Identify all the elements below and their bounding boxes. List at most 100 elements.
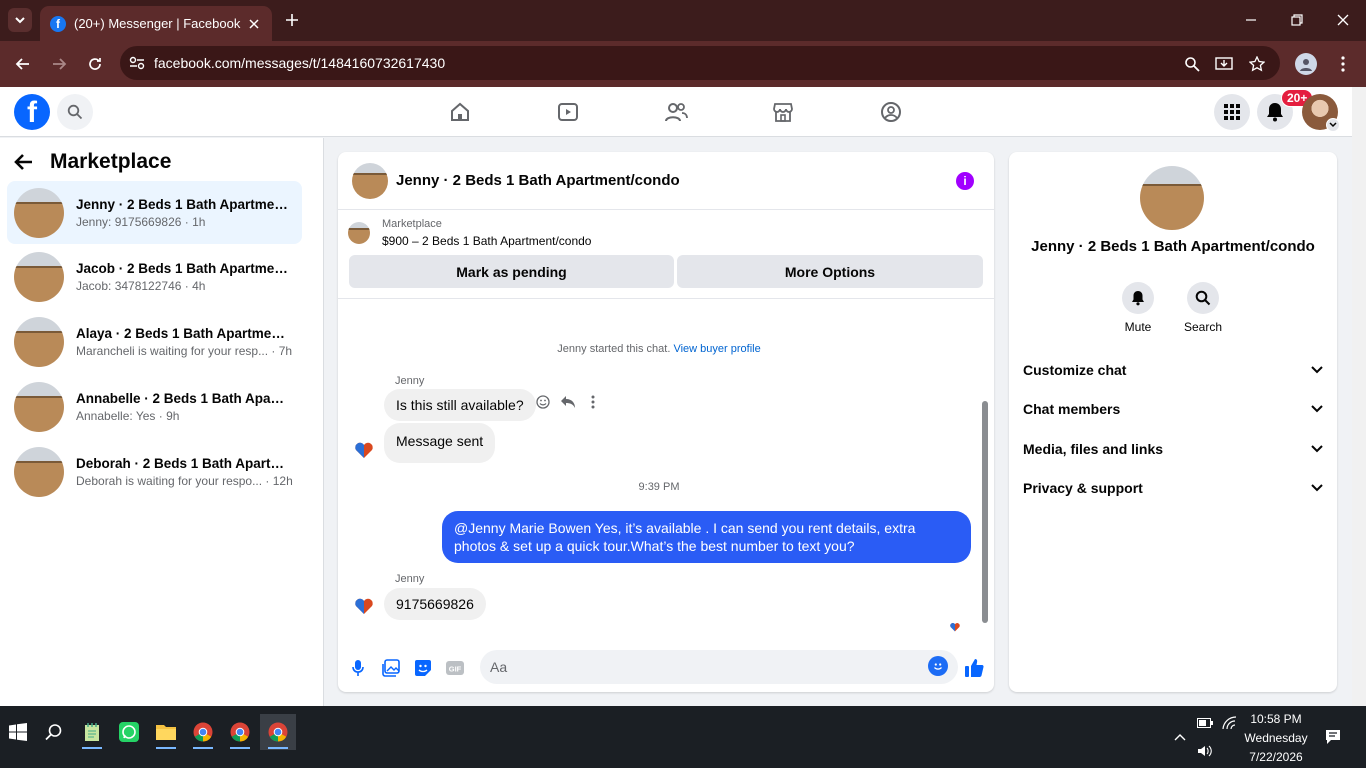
search-in-chat-button[interactable]: Search	[1173, 282, 1233, 334]
media-files-links-section[interactable]: Media, files and links	[1023, 441, 1323, 457]
chat-avatar[interactable]	[352, 162, 388, 199]
minimize-button[interactable]	[1241, 10, 1261, 30]
incoming-message[interactable]: 9175669826	[384, 588, 486, 620]
chrome-app-3[interactable]	[260, 714, 296, 750]
marketplace-icon	[773, 103, 793, 122]
file-explorer-app[interactable]	[148, 714, 184, 750]
react-emoji-icon[interactable]	[534, 393, 552, 411]
message-thread[interactable]: Jenny started this chat. View buyer prof…	[338, 298, 994, 638]
chevron-down-icon	[1326, 118, 1340, 132]
mute-button[interactable]: Mute	[1108, 282, 1168, 334]
taskbar-search-button[interactable]	[36, 714, 72, 750]
back-arrow-icon[interactable]	[14, 150, 42, 174]
message-input-placeholder: Aa	[490, 659, 508, 675]
conversation-item[interactable]: Alaya · 2 Beds 1 Bath Apartment/condo Ma…	[7, 310, 302, 373]
close-tab-icon[interactable]	[246, 16, 262, 32]
facebook-favicon-icon: f	[50, 15, 66, 32]
conversation-name: Deborah · 2 Beds 1 Bath Apartment/condo	[76, 455, 288, 471]
site-info-icon[interactable]	[120, 56, 154, 70]
message-input[interactable]: Aa	[480, 650, 958, 684]
chat-title[interactable]: Jenny · 2 Beds 1 Bath Apartment/condo	[396, 172, 680, 189]
listing-avatar[interactable]	[1140, 166, 1204, 230]
mark-as-pending-button[interactable]: Mark as pending	[349, 255, 674, 288]
browser-tab[interactable]: f (20+) Messenger | Facebook	[40, 6, 272, 41]
chevron-down-icon	[1311, 405, 1323, 413]
gif-icon[interactable]: GIF	[444, 657, 466, 679]
notepad-app[interactable]	[74, 714, 110, 750]
reload-button[interactable]	[84, 53, 106, 75]
battery-icon	[1197, 718, 1213, 728]
system-text: Jenny started this chat.	[557, 343, 671, 355]
more-options-button[interactable]: More Options	[677, 255, 983, 288]
account-avatar[interactable]	[1302, 94, 1340, 132]
volume-control[interactable]	[1196, 742, 1214, 760]
conversation-preview: Marancheli is waiting for your resp... ·…	[76, 343, 293, 358]
battery-status[interactable]	[1196, 714, 1214, 732]
zoom-button[interactable]	[1181, 53, 1203, 75]
chevron-down-icon	[1311, 484, 1323, 492]
thumbs-up-icon[interactable]	[963, 657, 985, 679]
show-hidden-icons-button[interactable]	[1171, 728, 1189, 746]
reload-icon	[89, 58, 101, 70]
tab-title: (20+) Messenger | Facebook	[74, 16, 241, 31]
taskbar-clock[interactable]: 10:58 PM Wednesday 7/22/2026	[1236, 710, 1316, 767]
forward-button[interactable]	[48, 53, 70, 75]
menu-button[interactable]	[1214, 94, 1250, 130]
conversation-preview: Deborah is waiting for your respo... · 1…	[76, 473, 293, 488]
photo-icon[interactable]	[380, 657, 402, 679]
bell-icon	[1132, 291, 1144, 306]
action-center-button[interactable]	[1324, 728, 1342, 746]
whatsapp-app[interactable]	[111, 714, 147, 750]
more-actions-icon[interactable]	[584, 393, 602, 411]
conversation-item[interactable]: Jacob · 2 Beds 1 Bath Apartment/condo Ja…	[7, 245, 302, 308]
chrome-app-1[interactable]	[185, 714, 221, 750]
conversation-preview: Annabelle: Yes · 9h	[76, 408, 180, 423]
sidebar-title: Marketplace	[50, 150, 172, 173]
incoming-message[interactable]: Message sent	[384, 423, 496, 463]
facebook-logo-icon[interactable]: f	[14, 94, 50, 130]
info-panel-name: Jenny · 2 Beds 1 Bath Apartment/condo	[1031, 238, 1315, 255]
customize-chat-section[interactable]: Customize chat	[1023, 362, 1323, 378]
chrome-app-2[interactable]	[222, 714, 258, 750]
start-button[interactable]	[0, 714, 36, 750]
conversation-item[interactable]: Jenny · 2 Beds 1 Bath Apartment/condo Je…	[7, 181, 302, 244]
video-icon	[558, 103, 578, 121]
page-scrollbar[interactable]	[1352, 87, 1366, 706]
microphone-icon[interactable]	[347, 657, 369, 679]
marketplace-listing-card[interactable]: Marketplace $900 – 2 Beds 1 Bath Apartme…	[348, 218, 591, 248]
nav-video[interactable]	[555, 99, 581, 125]
privacy-support-section[interactable]: Privacy & support	[1023, 480, 1323, 496]
windows-logo-icon	[9, 723, 27, 741]
back-button[interactable]	[12, 53, 34, 75]
whatsapp-icon	[119, 722, 139, 742]
thread-scrollbar[interactable]	[980, 301, 990, 637]
nav-friends[interactable]	[663, 99, 689, 125]
conversation-item[interactable]: Annabelle · 2 Beds 1 Bath Apartment/cond…	[7, 375, 302, 438]
reply-icon[interactable]	[559, 393, 577, 411]
outgoing-message[interactable]: @Jenny Marie Bowen Yes, it’s available .…	[442, 511, 971, 563]
section-label: Chat members	[1023, 401, 1121, 417]
incoming-message[interactable]: Is this still available?	[384, 389, 536, 421]
sticker-icon[interactable]	[412, 657, 434, 679]
nav-marketplace[interactable]	[770, 99, 796, 125]
nav-home[interactable]	[447, 99, 473, 125]
conversation-item[interactable]: Deborah · 2 Beds 1 Bath Apartment/condo …	[7, 440, 302, 503]
browser-menu-button[interactable]	[1332, 53, 1354, 75]
chat-members-section[interactable]: Chat members	[1023, 401, 1323, 417]
omnibox[interactable]: facebook.com/messages/t/1484160732617430	[120, 46, 1280, 80]
plus-icon	[286, 14, 298, 26]
view-buyer-profile-link[interactable]: View buyer profile	[673, 343, 760, 355]
nav-gaming[interactable]	[878, 99, 904, 125]
restore-button[interactable]	[1287, 10, 1307, 30]
listing-thumbnail	[14, 446, 64, 497]
tab-search-button[interactable]	[8, 8, 32, 32]
new-tab-button[interactable]	[282, 10, 302, 30]
profile-button[interactable]	[1295, 53, 1317, 75]
grid-menu-icon	[1224, 104, 1240, 120]
facebook-search-button[interactable]	[57, 94, 93, 130]
info-icon[interactable]: i	[956, 172, 974, 190]
close-window-button[interactable]	[1333, 10, 1353, 30]
install-app-button[interactable]	[1213, 53, 1235, 75]
emoji-icon[interactable]	[928, 656, 948, 676]
bookmark-button[interactable]	[1246, 53, 1268, 75]
